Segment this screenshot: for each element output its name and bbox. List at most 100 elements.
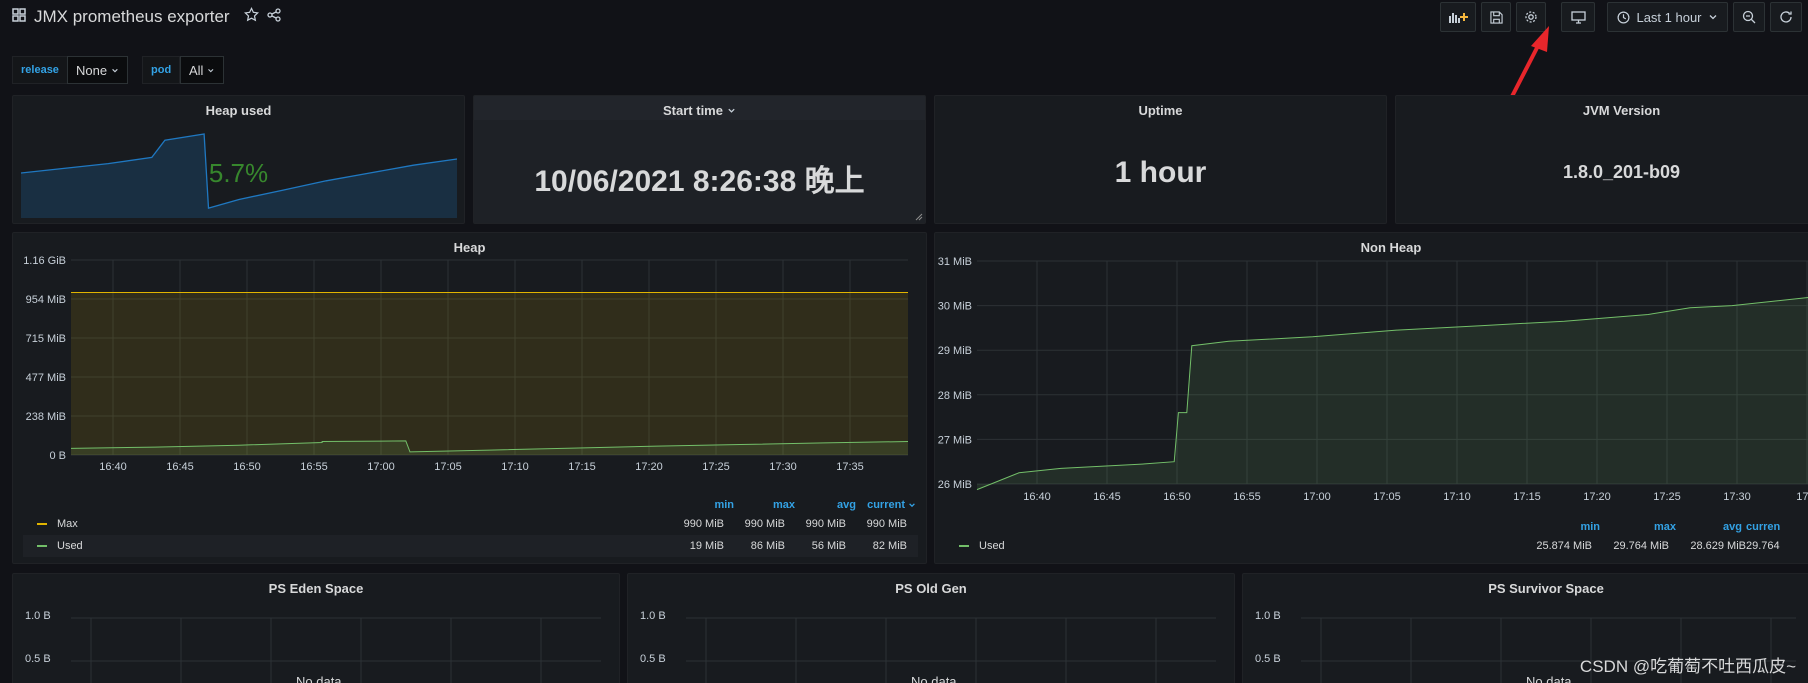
legend-swatch bbox=[959, 545, 969, 547]
legend-header-min[interactable]: min bbox=[679, 499, 734, 511]
share-icon[interactable] bbox=[266, 7, 281, 27]
y-axis-label: 1.0 B bbox=[25, 610, 51, 622]
start-time-panel[interactable]: Start time 10/06/2021 8:26:38 晚上 bbox=[473, 95, 926, 224]
legend-series-name: Used bbox=[57, 540, 83, 552]
legend-header-max[interactable]: max bbox=[740, 499, 795, 511]
chevron-down-icon bbox=[112, 68, 118, 72]
release-select[interactable]: None bbox=[67, 56, 128, 84]
x-tick-label: 17:30 bbox=[769, 461, 797, 473]
y-tick-label: 954 MiB bbox=[26, 294, 66, 306]
legend-header-avg[interactable]: avg bbox=[1687, 521, 1742, 533]
variable-label-pod: pod bbox=[142, 56, 181, 84]
x-tick-label: 17:05 bbox=[1373, 491, 1401, 503]
zoom-out-button[interactable] bbox=[1733, 2, 1765, 32]
chevron-down-icon bbox=[909, 503, 915, 508]
panel-title: JVM Version bbox=[1582, 103, 1661, 118]
chevron-down-icon bbox=[1709, 15, 1716, 20]
refresh-icon bbox=[1780, 11, 1792, 23]
legend-series-max[interactable]: Max bbox=[37, 518, 78, 530]
legend-swatch bbox=[37, 545, 47, 547]
heap-used-value: 5.7% bbox=[208, 158, 269, 188]
series-area-used bbox=[977, 297, 1808, 490]
x-tick-label: 16:55 bbox=[1233, 491, 1261, 503]
zoom-out-icon bbox=[1742, 10, 1756, 24]
resize-handle-icon[interactable] bbox=[915, 213, 923, 221]
x-tick-label: 16:40 bbox=[99, 461, 127, 473]
x-tick-label: 16:50 bbox=[233, 461, 261, 473]
legend-current-value: 29.764 bbox=[1746, 540, 1780, 552]
refresh-button[interactable] bbox=[1770, 2, 1802, 32]
y-axis-label: 1.0 B bbox=[640, 610, 666, 622]
y-axis-label: 0.5 B bbox=[1255, 653, 1281, 665]
panel-title-menu[interactable]: Start time bbox=[474, 103, 925, 118]
legend-current-value: 82 MiB bbox=[872, 540, 907, 552]
legend-header-current[interactable]: curren bbox=[1746, 521, 1808, 533]
cycle-view-mode-button[interactable] bbox=[1561, 2, 1595, 32]
heap-used-panel[interactable]: Heap used 5.7% bbox=[12, 95, 465, 224]
save-icon bbox=[1489, 10, 1503, 24]
x-tick-label: 17:00 bbox=[1303, 491, 1331, 503]
x-tick-label: 17:20 bbox=[635, 461, 663, 473]
legend-series-used[interactable]: Used bbox=[37, 540, 83, 552]
start-time-value: 10/06/2021 8:26:38 晚上 bbox=[534, 165, 865, 198]
heap-panel[interactable]: Heap 0 B 238 MiB 477 MiB 715 MiB 954 MiB 1.16… bbox=[12, 232, 927, 564]
heap-chart: 0 B 238 MiB 477 MiB 715 MiB 954 MiB 1.16 GiB 1… bbox=[23, 255, 909, 473]
x-tick-label: 16:45 bbox=[166, 461, 194, 473]
legend-current-value: 990 MiB bbox=[866, 518, 907, 530]
legend-series-used[interactable]: Used bbox=[959, 540, 1005, 552]
legend-header-max[interactable]: max bbox=[1621, 521, 1676, 533]
x-tick-label: 17:15 bbox=[1513, 491, 1541, 503]
grid-icon[interactable] bbox=[12, 7, 26, 27]
variable-label-release: release bbox=[12, 56, 68, 84]
y-tick-label: 477 MiB bbox=[26, 372, 66, 384]
series-area-max bbox=[71, 292, 908, 455]
y-tick-label: 0 B bbox=[49, 450, 66, 462]
legend-header-avg[interactable]: avg bbox=[801, 499, 856, 511]
add-panel-button[interactable] bbox=[1440, 2, 1476, 32]
time-range-picker[interactable]: Last 1 hour bbox=[1607, 2, 1728, 32]
uptime-panel[interactable]: Uptime 1 hour bbox=[934, 95, 1387, 224]
non-heap-panel[interactable]: Non Heap 26 MiB 27 MiB 28 MiB 29 MiB 30 MiB 3… bbox=[934, 232, 1808, 564]
time-range-label: Last 1 hour bbox=[1636, 9, 1702, 25]
y-tick-label: 29 MiB bbox=[938, 345, 972, 357]
uptime-value: 1 hour bbox=[1114, 156, 1207, 189]
y-tick-label: 238 MiB bbox=[26, 411, 66, 423]
legend-row-used[interactable]: Used 25.874 MiB 29.764 MiB 28.629 MiB 29… bbox=[945, 535, 1808, 557]
y-axis-label: 1.0 B bbox=[1255, 610, 1281, 622]
y-tick-label: 715 MiB bbox=[26, 333, 66, 345]
chevron-down-icon bbox=[728, 108, 735, 113]
x-tick-label: 17:30 bbox=[1723, 491, 1751, 503]
x-tick-label: 17:3 bbox=[1796, 491, 1808, 503]
gear-icon bbox=[1525, 11, 1537, 23]
star-icon[interactable] bbox=[243, 6, 259, 27]
x-tick-label: 16:40 bbox=[1023, 491, 1051, 503]
clock-icon bbox=[1617, 11, 1630, 23]
dashboard-title[interactable]: JMX prometheus exporter bbox=[34, 7, 230, 27]
x-tick-label: 17:35 bbox=[836, 461, 864, 473]
legend-row-max[interactable]: Max 990 MiB 990 MiB 990 MiB 990 MiB bbox=[23, 513, 918, 535]
ps-old-gen-panel[interactable]: PS Old Gen 1.0 B 0.5 B No data bbox=[627, 573, 1235, 683]
jvm-version-panel[interactable]: JVM Version 1.8.0_201-b09 bbox=[1395, 95, 1808, 224]
panel-title: Start time bbox=[663, 103, 723, 118]
y-tick-label: 28 MiB bbox=[938, 390, 972, 402]
legend-swatch bbox=[37, 523, 47, 525]
ps-old-gen-chart bbox=[686, 617, 1216, 683]
legend-header-current[interactable]: current bbox=[851, 499, 916, 511]
y-tick-label: 27 MiB bbox=[938, 434, 972, 446]
x-tick-label: 17:10 bbox=[1443, 491, 1471, 503]
ps-eden-space-panel[interactable]: PS Eden Space 1.0 B 0.5 B No data bbox=[12, 573, 620, 683]
legend-max-value: 29.764 MiB bbox=[1613, 540, 1669, 552]
x-tick-label: 17:10 bbox=[501, 461, 529, 473]
no-data-message: No data bbox=[296, 674, 342, 683]
x-tick-label: 16:55 bbox=[300, 461, 328, 473]
legend-series-name: Used bbox=[979, 540, 1005, 552]
x-tick-label: 17:20 bbox=[1583, 491, 1611, 503]
legend-row-used[interactable]: Used 19 MiB 86 MiB 56 MiB 82 MiB bbox=[23, 535, 918, 557]
legend-header-min[interactable]: min bbox=[1545, 521, 1600, 533]
pod-select[interactable]: All bbox=[180, 56, 224, 84]
x-tick-label: 16:45 bbox=[1093, 491, 1121, 503]
no-data-message: No data bbox=[911, 674, 957, 683]
x-tick-label: 17:25 bbox=[702, 461, 730, 473]
y-tick-label: 1.16 GiB bbox=[23, 255, 66, 267]
add-panel-icon bbox=[1449, 13, 1468, 23]
